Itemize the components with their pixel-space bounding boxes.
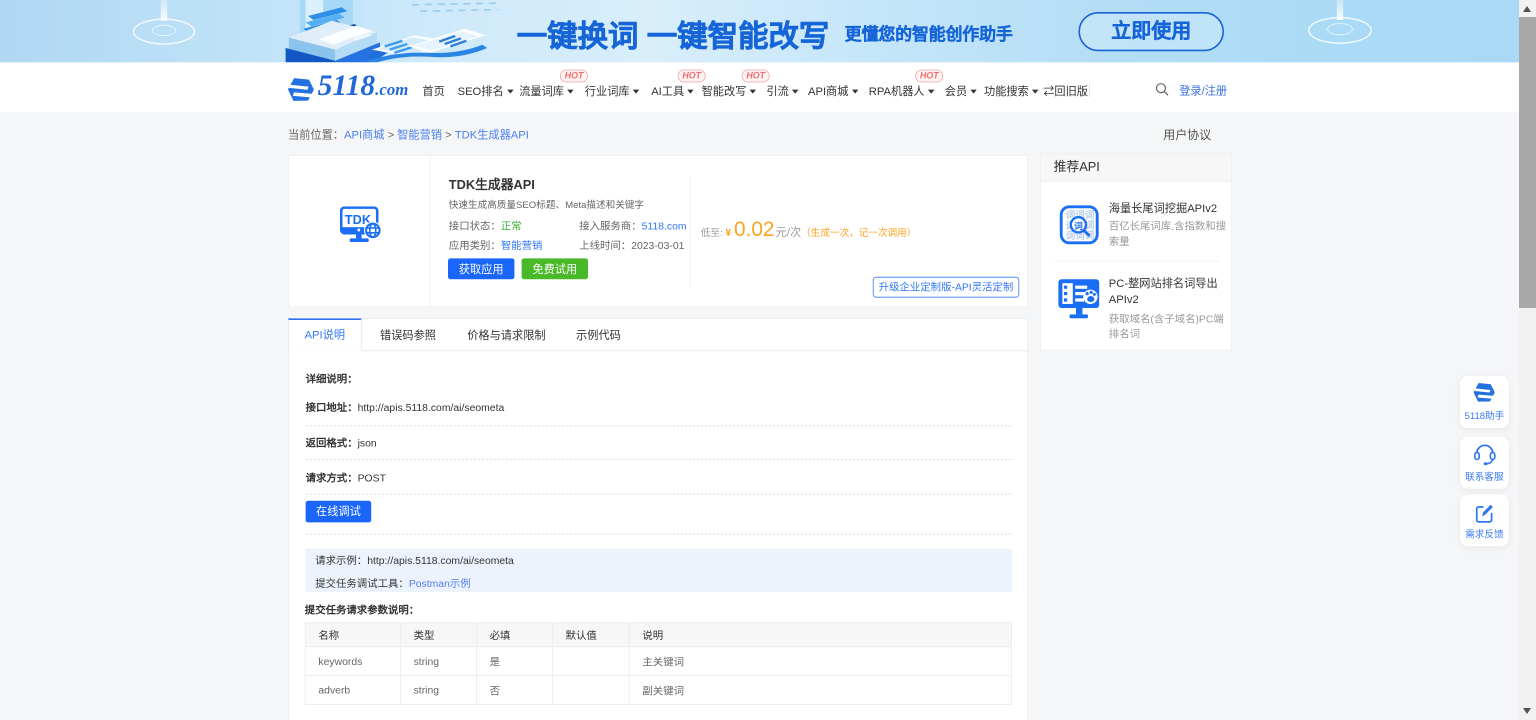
svg-text:词: 词 [1074, 220, 1083, 231]
